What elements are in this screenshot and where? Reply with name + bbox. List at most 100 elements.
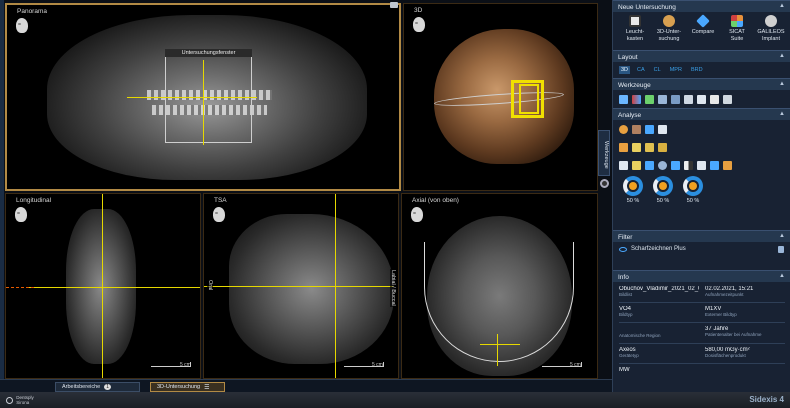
collapse-icon[interactable]: ▲ xyxy=(779,233,785,239)
layout-brd[interactable]: BRD xyxy=(689,66,705,74)
head-orientation-icon[interactable] xyxy=(16,18,28,33)
analyse-tools-row-1 xyxy=(613,120,790,138)
tool-3d-untersuchung[interactable]: 3D-Unter- suchung xyxy=(653,15,685,48)
crosshair-horizontal[interactable] xyxy=(26,287,200,288)
line-icon[interactable] xyxy=(645,142,654,152)
copy-icon[interactable] xyxy=(697,160,706,170)
crosshair-horizontal[interactable] xyxy=(127,97,257,98)
collapse-icon[interactable]: ▲ xyxy=(779,81,785,87)
scale-label: 5 cm xyxy=(570,362,581,368)
head-orientation-icon[interactable] xyxy=(413,17,425,32)
layout-ca[interactable]: CA xyxy=(635,66,647,74)
tool-sicat-suite[interactable]: SICAT Suite xyxy=(721,15,753,48)
viewport-3d[interactable]: 3D xyxy=(403,3,598,191)
section-header-werkzeuge[interactable]: Werkzeuge ▲ xyxy=(613,78,790,90)
werkzeuge-side-tab[interactable]: Werkzeuge xyxy=(598,130,610,176)
workspaces-tab[interactable]: Arbeitsbereiche 1 xyxy=(55,382,140,392)
brand-mark-icon xyxy=(6,396,13,404)
eye-icon[interactable] xyxy=(619,246,627,252)
info-caption: Patientenalter bei Aufnahme xyxy=(705,332,762,337)
brightness-icon[interactable] xyxy=(632,160,641,170)
viewport-longitudinal[interactable]: Longitudinal 5 cm xyxy=(5,193,201,379)
dial-2[interactable]: 50 % xyxy=(653,176,673,208)
analyse-tools-row-2 xyxy=(613,138,790,156)
panel-icon[interactable] xyxy=(684,94,693,104)
section-header-analyse[interactable]: Analyse ▲ xyxy=(613,108,790,120)
trash-icon[interactable] xyxy=(778,245,784,253)
label-oral: Oral xyxy=(207,279,213,292)
ruler-icon[interactable] xyxy=(632,142,641,152)
section-header-neue-untersuchung[interactable]: Neue Untersuchung ▲ xyxy=(613,0,790,12)
angle-icon[interactable] xyxy=(619,142,628,152)
info-cell: Obuchov_Vladimir_2021_02_0 Bildlist xyxy=(619,286,699,301)
histogram-icon[interactable] xyxy=(645,94,654,104)
examination-window-label: Untersuchungsfenster xyxy=(165,49,252,57)
pointer-icon[interactable] xyxy=(658,124,667,134)
marker-icon[interactable] xyxy=(723,160,732,170)
section-title: Neue Untersuchung xyxy=(618,3,676,11)
info-value xyxy=(619,326,699,333)
maximize-icon[interactable] xyxy=(390,2,398,8)
text-annotation-icon[interactable] xyxy=(619,160,628,170)
filter-icon[interactable] xyxy=(671,160,680,170)
tool-compare[interactable]: Compare xyxy=(687,14,719,48)
collapse-icon[interactable]: ▲ xyxy=(779,111,785,117)
tool-label: Compare xyxy=(691,29,715,35)
flag-icon[interactable] xyxy=(710,160,719,170)
tool-leuchtkasten[interactable]: Leucht- kasten xyxy=(619,15,651,48)
collapse-icon[interactable]: ▲ xyxy=(779,3,785,9)
viewport-tsa[interactable]: TSA Oral Labial / Buccal 5 cm xyxy=(203,193,399,379)
info-divider xyxy=(619,302,785,303)
brand-logo: Dentsply Sirona xyxy=(6,395,34,405)
head-orientation-icon[interactable] xyxy=(15,207,27,222)
viewport-title: 3D xyxy=(414,7,423,14)
section-header-filter[interactable]: Filter ▲ xyxy=(613,230,790,242)
info-cell: MW xyxy=(619,367,699,373)
collapse-icon[interactable]: ▲ xyxy=(779,53,785,59)
collapse-icon[interactable]: ▲ xyxy=(779,273,785,279)
crosshair-horizontal[interactable] xyxy=(480,344,520,345)
section-header-info[interactable]: Info ▲ xyxy=(613,270,790,282)
dial-1[interactable]: 50 % xyxy=(623,176,643,208)
tab-3d-untersuchung[interactable]: 3D-Untersuchung ☰ xyxy=(150,382,225,392)
grid-icon[interactable] xyxy=(658,94,667,104)
colormap-icon[interactable] xyxy=(632,94,641,104)
layout-options: 3D CA CL MPR BRD xyxy=(613,62,790,78)
filter-item[interactable]: Scharfzeichnen Plus xyxy=(613,242,790,256)
crosshair-vertical[interactable] xyxy=(497,334,498,366)
pen-icon[interactable] xyxy=(645,124,654,134)
viewport-axial[interactable]: Axial (von oben) 5 cm xyxy=(401,193,598,379)
head-orientation-icon[interactable] xyxy=(213,207,225,222)
contrast-icon[interactable] xyxy=(645,160,654,170)
analyse-tools-row-3 xyxy=(613,156,790,174)
lightbox-icon xyxy=(629,15,641,27)
export-icon[interactable] xyxy=(697,94,706,104)
section-header-layout[interactable]: Layout ▲ xyxy=(613,50,790,62)
crosshair-horizontal[interactable] xyxy=(204,286,394,287)
layout-3d[interactable]: 3D xyxy=(619,66,631,74)
crosshair-horizontal-dashed xyxy=(6,287,34,288)
sidexis-app: Panorama Untersuchungsfenster 3D Longitu… xyxy=(0,0,790,408)
print-options-icon[interactable] xyxy=(723,94,732,104)
tooth-icon[interactable] xyxy=(619,124,628,134)
tab-menu-icon[interactable]: ☰ xyxy=(204,384,209,391)
implant-tool-icon[interactable] xyxy=(632,124,641,134)
layout-mpr[interactable]: MPR xyxy=(668,66,684,74)
dial-3[interactable]: 50 % xyxy=(683,176,703,208)
head-orientation-icon[interactable] xyxy=(411,207,423,222)
crosshair-vertical[interactable] xyxy=(203,60,204,145)
circle-icon[interactable] xyxy=(658,160,667,170)
crosshair-tool-icon[interactable] xyxy=(619,94,628,104)
info-cell: 580,00 mGy·cm² Dosisflächenprodukt xyxy=(705,347,785,362)
viewport-panorama[interactable]: Panorama Untersuchungsfenster xyxy=(5,3,401,191)
invert-icon[interactable] xyxy=(684,160,693,170)
section-title: Layout xyxy=(618,53,638,61)
dial-label: 50 % xyxy=(686,198,700,204)
layout-cl[interactable]: CL xyxy=(652,66,663,74)
measure-icon[interactable] xyxy=(658,142,667,152)
gear-icon[interactable] xyxy=(600,179,609,188)
tool-galileos-implant[interactable]: GALILEOS Implant xyxy=(755,15,787,48)
print-icon[interactable] xyxy=(710,94,719,104)
curve-icon[interactable] xyxy=(671,94,680,104)
info-divider xyxy=(619,363,785,364)
